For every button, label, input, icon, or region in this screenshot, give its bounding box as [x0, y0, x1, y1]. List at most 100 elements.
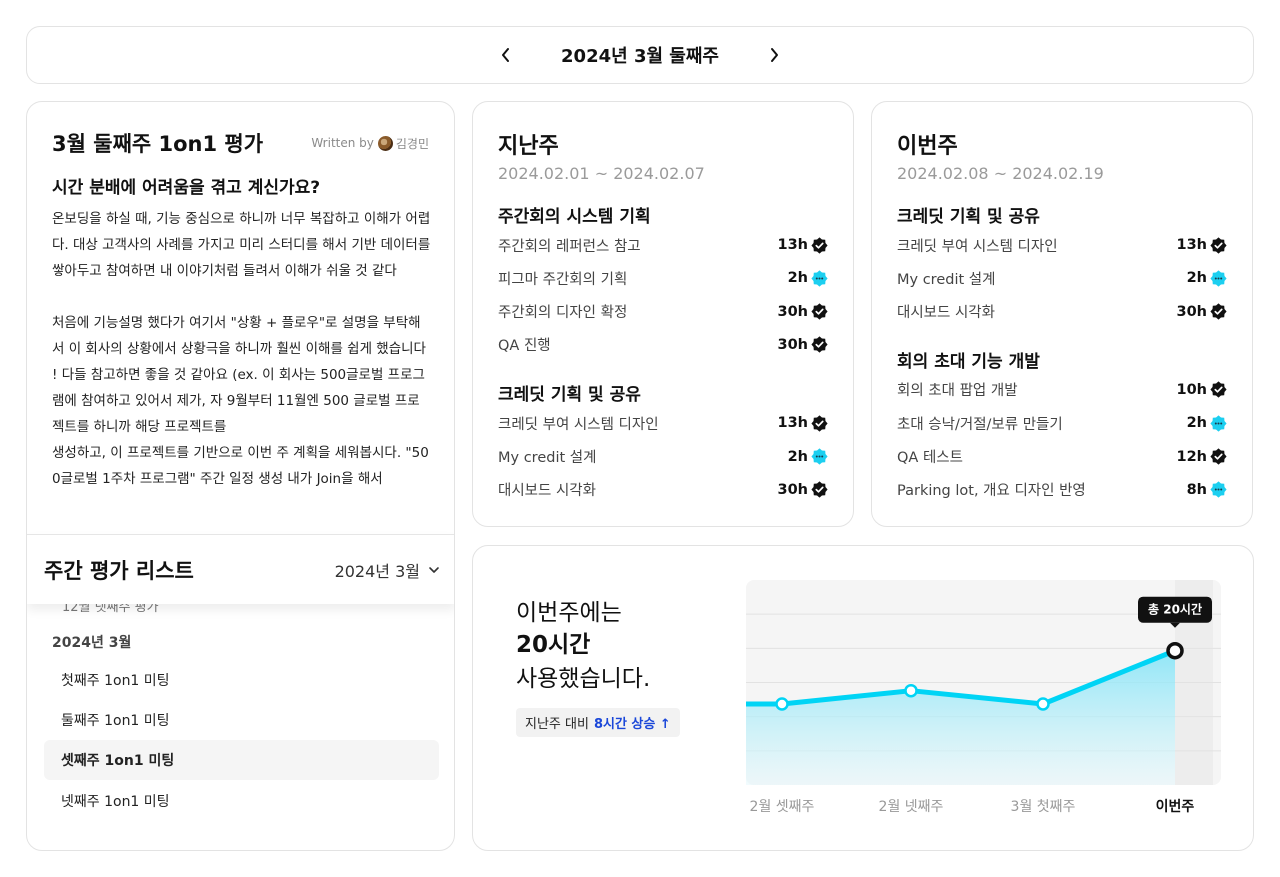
- prev-week-button[interactable]: [491, 40, 521, 70]
- chart-x-tick-label: 3월 첫째주: [1011, 799, 1076, 815]
- chart-tooltip-label: 총 20시간: [1148, 602, 1202, 617]
- task-hours-value: 30h: [777, 481, 808, 498]
- task-name: 피그마 주간회의 기획: [498, 271, 628, 288]
- task-hours-value: 13h: [777, 415, 808, 432]
- list-item[interactable]: 둘째주 1on1 미팅: [44, 700, 439, 740]
- task-name: 크레딧 부여 시스템 디자인: [498, 416, 659, 433]
- review-body: 온보딩을 하실 때, 기능 중심으로 하니까 너무 복잡하고 이해가 어렵다. …: [52, 211, 431, 487]
- verified-check-icon: [811, 236, 828, 254]
- chart-x-tick-label: 2월 셋째주: [750, 799, 815, 815]
- task-name: Parking lot, 개요 디자인 반영: [897, 483, 1086, 500]
- review-list-section: 12월 넷째주 평가 2024년 3월 첫째주 1on1 미팅 둘째주 1on1…: [27, 534, 454, 850]
- review-list-header: 주간 평가 리스트 2024년 3월: [27, 534, 454, 604]
- chart-point-highlight: [1166, 641, 1184, 660]
- task-row[interactable]: 회의 초대 팝업 개발 10h: [897, 379, 1227, 401]
- task-name: 대시보드 시각화: [897, 305, 995, 322]
- task-hours-value: 8h: [1186, 481, 1207, 498]
- section-title: 크레딧 기획 및 공유: [897, 207, 1040, 227]
- in-progress-icon: [1210, 415, 1227, 432]
- task-hours: 2h: [788, 448, 828, 465]
- task-hours: 2h: [788, 270, 828, 287]
- task-hours: 13h: [777, 415, 828, 432]
- verified-check-icon: [1210, 303, 1227, 320]
- verified-check-icon: [811, 481, 828, 498]
- task-name: 주간회의 디자인 확정: [498, 305, 628, 322]
- review-question: 시간 분배에 어려움을 겪고 계신가요?: [52, 178, 321, 198]
- task-row[interactable]: 크레딧 부여 시스템 디자인 13h: [897, 234, 1227, 256]
- written-by-label: Written by: [311, 136, 374, 150]
- last-week-card: 지난주 2024.02.01 ~ 2024.02.07 주간회의 시스템 기획주…: [472, 101, 854, 527]
- task-hours-value: 13h: [1176, 237, 1207, 253]
- in-progress-icon: [811, 270, 828, 287]
- chart-x-tick-label: 2월 넷째주: [879, 799, 944, 815]
- task-row[interactable]: 초대 승낙/거절/보류 만들기 2h: [897, 412, 1227, 434]
- verified-check-icon: [811, 303, 828, 320]
- task-hours-value: 2h: [1186, 270, 1207, 287]
- usage-card: 이번주에는 20시간 사용했습니다. 지난주 대비 8시간 상승 ↑ 총 20시…: [472, 545, 1254, 851]
- verified-check-icon: [811, 415, 828, 432]
- task-row[interactable]: 대시보드 시각화 30h: [498, 479, 828, 501]
- task-hours: 8h: [1187, 481, 1227, 498]
- last-week-range: 2024.02.01 ~ 2024.02.07: [498, 164, 705, 183]
- task-hours: 13h: [1176, 236, 1227, 254]
- chart-point: [775, 697, 789, 711]
- task-hours-value: 13h: [777, 237, 808, 253]
- verified-check-icon: [811, 336, 828, 353]
- task-row[interactable]: My credit 설계 2h: [498, 446, 828, 468]
- task-name: 주간회의 레퍼런스 참고: [498, 238, 641, 255]
- list-item-selected[interactable]: 셋째주 1on1 미팅: [44, 740, 439, 780]
- usage-line-3: 사용했습니다.: [516, 666, 651, 692]
- task-row[interactable]: Parking lot, 개요 디자인 반영 8h: [897, 479, 1227, 501]
- list-group-label: 2024년 3월: [52, 635, 132, 651]
- chevron-down-icon: [429, 566, 439, 573]
- task-name: QA 테스트: [897, 450, 963, 466]
- list-item[interactable]: 첫째주 1on1 미팅: [44, 660, 439, 700]
- chart-point: [1036, 697, 1050, 711]
- task-row[interactable]: 주간회의 레퍼런스 참고 13h: [498, 234, 828, 256]
- task-hours-value: 12h: [1176, 448, 1207, 465]
- week-title: 2024년 3월 둘째주: [561, 46, 719, 67]
- task-hours: 30h: [777, 303, 828, 320]
- task-name: My credit 설계: [897, 271, 996, 288]
- task-hours-value: 2h: [787, 270, 808, 287]
- task-hours-value: 2h: [1186, 415, 1207, 432]
- chart-point: [904, 683, 918, 698]
- chart-x-tick-label: 이번주: [1156, 798, 1195, 815]
- task-row[interactable]: 주간회의 디자인 확정 30h: [498, 301, 828, 323]
- task-hours: 30h: [1176, 303, 1227, 320]
- task-row[interactable]: 피그마 주간회의 기획 2h: [498, 267, 828, 289]
- task-name: 초대 승낙/거절/보류 만들기: [897, 416, 1063, 433]
- task-hours-value: 10h: [1176, 381, 1207, 398]
- review-title: 3월 둘째주 1on1 평가: [52, 132, 264, 156]
- month-select[interactable]: 2024년 3월: [335, 558, 440, 582]
- next-week-button[interactable]: [759, 40, 789, 70]
- author-name: 김경민: [395, 136, 429, 151]
- task-row[interactable]: QA 테스트 12h: [897, 446, 1227, 468]
- task-hours: 10h: [1176, 381, 1227, 398]
- review-list-title: 주간 평가 리스트: [44, 558, 194, 583]
- usage-line-1: 이번주에는: [516, 600, 622, 626]
- task-hours: 30h: [777, 481, 828, 498]
- last-week-title: 지난주: [498, 134, 559, 159]
- usage-total: 20시간: [516, 632, 591, 658]
- task-row[interactable]: 대시보드 시각화 30h: [897, 301, 1227, 323]
- task-row[interactable]: QA 진행 30h: [498, 334, 828, 356]
- list-item[interactable]: 넷째주 1on1 미팅: [44, 781, 439, 821]
- task-hours-value: 30h: [777, 303, 808, 320]
- task-hours: 13h: [777, 236, 828, 254]
- task-row[interactable]: 크레딧 부여 시스템 디자인 13h: [498, 412, 828, 434]
- compare-value: 8시간 상승 ↑: [593, 717, 671, 732]
- week-navigator: 2024년 3월 둘째주: [26, 26, 1254, 84]
- section-title: 주간회의 시스템 기획: [498, 207, 651, 227]
- task-row[interactable]: My credit 설계 2h: [897, 267, 1227, 289]
- this-week-card: 이번주 2024.02.08 ~ 2024.02.19 크레딧 기획 및 공유 크…: [871, 101, 1253, 527]
- verified-check-icon: [1210, 381, 1227, 398]
- in-progress-icon: [811, 448, 828, 465]
- task-name: 대시보드 시각화: [498, 483, 596, 500]
- review-header: 3월 둘째주 1on1 평가 Written by 김경민: [52, 128, 429, 158]
- verified-check-icon: [1210, 236, 1227, 254]
- task-hours: 2h: [1187, 415, 1227, 432]
- task-hours: 2h: [1187, 270, 1227, 287]
- usage-chart: 총 20시간 2월 셋째주 2월 넷째주 3월 첫째주 이번주: [746, 580, 1221, 815]
- in-progress-icon: [1210, 481, 1227, 498]
